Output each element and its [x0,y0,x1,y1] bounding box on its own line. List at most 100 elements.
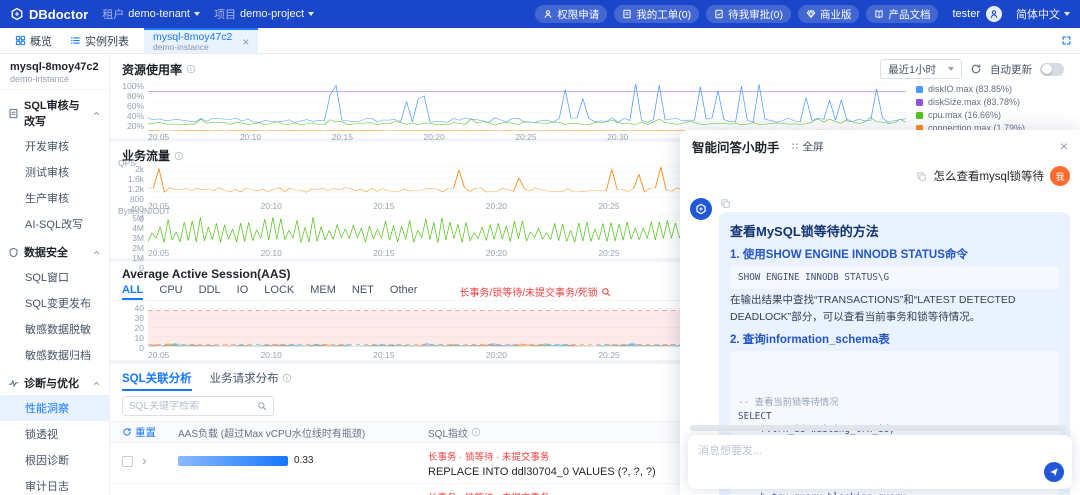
expand-icon[interactable] [1061,35,1072,46]
tab-sql-analysis[interactable]: SQL关联分析 [122,368,192,391]
topbar-actions: 权限申请 我的工单(0) 待我审批(0) 商业版 产品文档 [535,5,939,23]
resource-usage-section: 资源使用率 最近1小时 自动更新 100% 80% 60% 40% 20% di… [110,54,1080,142]
close-icon[interactable]: × [1060,139,1068,153]
sidebar-group-diagnosis-header[interactable]: 诊断与优化 [0,368,109,395]
assistant-input[interactable] [698,445,1026,457]
code-text: SHOW ENGINE INNODB STATUS\G [738,272,890,283]
instance-subtitle: demo-instance [10,74,70,84]
project-label: 项目 [213,9,236,21]
x-tick-label: 20:05 [148,132,170,142]
person-icon [989,9,999,19]
anomaly-link[interactable]: 长事务/锁等待/未提交事务/死锁 [459,284,610,299]
tenant-selector[interactable]: 租户 demo-tenant [102,6,200,22]
sidebar-item[interactable]: 开发审核 [0,133,109,159]
legend-item[interactable]: diskIO.max (83.85%) [916,84,1070,94]
y-tick-label: 30 [134,313,144,323]
sidebar-item[interactable]: 生产审核 [0,185,109,211]
aas-tab[interactable]: DDL [199,283,221,300]
y-tick-label: 4M [132,223,144,233]
x-tick-label: 20:15 [373,201,395,211]
sidebar-item[interactable]: 性能洞察 [0,395,109,421]
book-icon [874,9,884,19]
close-icon[interactable]: × [242,36,249,48]
info-icon[interactable] [186,64,196,74]
sidebar-group-diagnosis: 诊断与优化 性能洞察锁透视根因诊断审计日志慢SQL治理存储分析 [0,368,109,495]
legend-item[interactable]: diskSize.max (83.78%) [916,97,1070,107]
language-selector[interactable]: 简体中文 [1016,6,1070,22]
search-icon[interactable] [257,401,267,411]
pulse-icon [8,378,19,389]
aas-tab[interactable]: CPU [159,283,182,300]
resource-usage-chart[interactable] [148,81,906,131]
sidebar-item[interactable]: 锁透视 [0,421,109,447]
logo-text: DBdoctor [29,6,89,22]
sidebar-item[interactable]: SQL窗口 [0,264,109,290]
sql-search-input[interactable] [129,400,253,412]
chevron-up-icon [92,248,101,257]
tenant-value: demo-tenant [128,8,190,20]
section-title-resource: 资源使用率 [122,61,196,78]
x-tick-label: 20:15 [373,248,395,258]
tab-instance[interactable]: mysql-8moy47c2 demo-instance × [144,28,259,53]
x-tick-label: 20:25 [598,350,620,360]
user-menu[interactable]: tester [952,6,1002,22]
app-logo[interactable]: DBdoctor [10,7,88,22]
sidebar-item[interactable]: 根因诊断 [0,447,109,473]
qps-label: QPS [118,158,136,168]
chevron-down-icon [308,12,315,16]
y-tick-label: 80% [126,91,144,101]
my-tickets-button[interactable]: 我的工单(0) [614,5,700,23]
row-checkbox[interactable] [122,456,133,467]
code-line: b.trx_query blocking_query [738,491,1051,495]
info-icon[interactable] [471,427,481,437]
nav-overview[interactable]: 概览 [6,28,61,53]
sidebar-item[interactable]: 测试审核 [0,159,109,185]
assistant-avatar [690,198,712,220]
pending-approval-button[interactable]: 待我审批(0) [706,5,791,23]
send-icon[interactable] [1044,462,1064,482]
project-selector[interactable]: 项目 demo-project [213,6,315,22]
sidebar-item[interactable]: 敏感数据归档 [0,342,109,368]
x-tick-label: 20:15 [373,350,395,360]
aas-tab[interactable]: MEM [310,283,336,300]
copy-icon[interactable] [720,198,1070,209]
resource-chart-legend: diskIO.max (83.85%) diskSize.max (83.78%… [906,81,1074,133]
aas-tab[interactable]: NET [352,283,374,300]
refresh-icon[interactable] [970,63,982,75]
reset-button[interactable]: 重置 [122,425,156,440]
commercial-edition-button[interactable]: 商业版 [797,5,860,23]
sidebar-group-security-header[interactable]: 数据安全 [0,237,109,264]
chevron-right-icon[interactable] [140,457,149,466]
permission-apply-button[interactable]: 权限申请 [535,5,608,23]
copy-icon[interactable] [916,171,927,182]
aas-tab[interactable]: ALL [122,283,144,300]
legend-item[interactable]: cpu.max (16.66%) [916,110,1070,120]
sidebar-item[interactable]: 审计日志 [0,473,109,495]
sidebar-item[interactable]: AI-SQL改写 [0,211,109,237]
sidebar-group-audit-header[interactable]: SQL审核与改写 [0,90,109,133]
topbar: DBdoctor 租户 demo-tenant 项目 demo-project … [0,0,1080,28]
grid-icon [15,35,26,46]
tab-request-distribution[interactable]: 业务请求分布 [210,368,292,391]
sidebar-item[interactable]: SQL变更发布 [0,290,109,316]
fullscreen-button[interactable]: 全屏 [790,139,824,154]
chat-area: 怎么查看mysql锁等待 我 查看MySQL锁等待的方法 1. 使用SHOW E… [680,162,1080,495]
product-docs-button[interactable]: 产品文档 [866,5,939,23]
aas-tab[interactable]: LOCK [264,283,294,300]
time-range-select[interactable]: 最近1小时 [880,59,962,79]
aas-tab[interactable]: Other [390,283,418,300]
answer-paragraph: 在输出结果中查找“TRANSACTIONS”和“LATEST DETECTED … [730,294,1016,323]
y-tick-label: 3M [132,233,144,243]
doc-icon [622,9,632,19]
user-message-text: 怎么查看mysql锁等待 [933,171,1044,183]
nav-instance-list[interactable]: 实例列表 [61,28,138,53]
chevron-down-icon [1064,12,1070,16]
dots-icon [790,141,800,151]
y-tick-label: 0 [139,343,144,353]
sidebar-item[interactable]: 敏感数据脱敏 [0,316,109,342]
doc-check-icon [714,9,724,19]
aas-tab[interactable]: IO [237,283,249,300]
info-icon[interactable] [174,151,184,161]
x-tick-label: 20:30 [607,132,629,142]
auto-update-toggle[interactable] [1040,62,1064,76]
